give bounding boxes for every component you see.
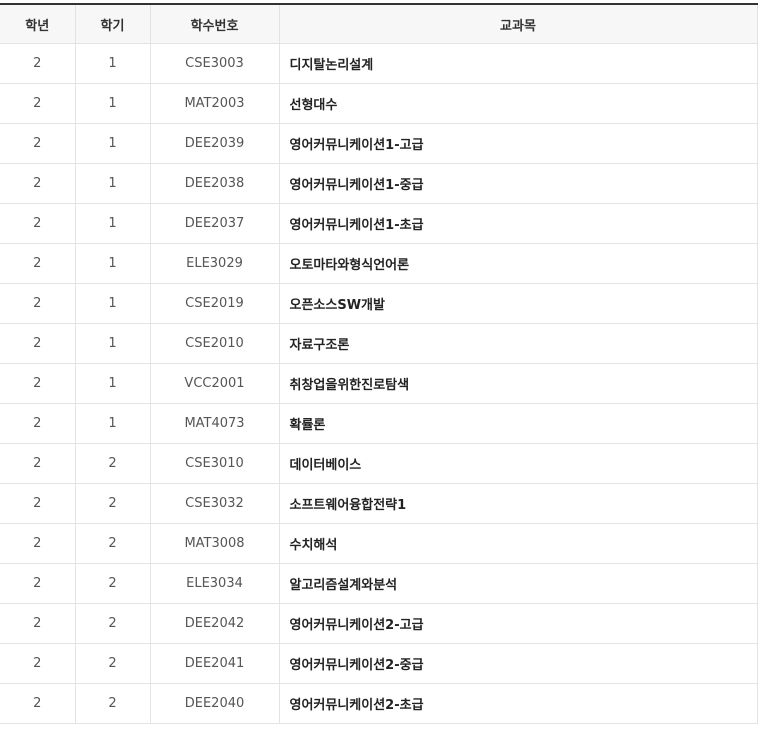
cell-year: 2 bbox=[0, 483, 75, 524]
table-row: 2 1 VCC2001 취창업을위한진로탐색 bbox=[0, 363, 758, 404]
cell-subject: 데이터베이스 bbox=[278, 443, 758, 484]
cell-course-code: ELE3034 bbox=[149, 563, 279, 604]
cell-semester: 1 bbox=[74, 283, 150, 324]
table-row: 2 1 MAT2003 선형대수 bbox=[0, 83, 758, 124]
cell-subject: 수치해석 bbox=[278, 523, 758, 564]
cell-course-code: DEE2040 bbox=[149, 683, 279, 724]
table-row: 2 1 CSE2010 자료구조론 bbox=[0, 323, 758, 364]
cell-semester: 2 bbox=[74, 523, 150, 564]
cell-semester: 1 bbox=[74, 83, 150, 124]
cell-year: 2 bbox=[0, 123, 75, 164]
cell-subject: 알고리즘설계와분석 bbox=[278, 563, 758, 604]
cell-semester: 1 bbox=[74, 363, 150, 404]
table-row: 2 2 DEE2040 영어커뮤니케이션2-초급 bbox=[0, 683, 758, 724]
cell-subject: 영어커뮤니케이션1-중급 bbox=[278, 163, 758, 204]
cell-subject: 영어커뮤니케이션1-초급 bbox=[278, 203, 758, 244]
cell-year: 2 bbox=[0, 43, 75, 84]
table-row: 2 2 CSE3010 데이터베이스 bbox=[0, 443, 758, 484]
header-row: 학년 학기 학수번호 교과목 bbox=[0, 4, 758, 44]
cell-year: 2 bbox=[0, 363, 75, 404]
cell-year: 2 bbox=[0, 163, 75, 204]
cell-semester: 1 bbox=[74, 243, 150, 284]
cell-course-code: DEE2042 bbox=[149, 603, 279, 644]
cell-year: 2 bbox=[0, 523, 75, 564]
cell-semester: 2 bbox=[74, 683, 150, 724]
table-body: 2 1 CSE3003 디지탈논리설계 2 1 MAT2003 선형대수 2 1 DEE2039 영어… bbox=[0, 43, 758, 724]
cell-course-code: VCC2001 bbox=[149, 363, 279, 404]
cell-year: 2 bbox=[0, 283, 75, 324]
cell-course-code: CSE2010 bbox=[149, 323, 279, 364]
cell-course-code: CSE2019 bbox=[149, 283, 279, 324]
cell-course-code: DEE2037 bbox=[149, 203, 279, 244]
cell-year: 2 bbox=[0, 603, 75, 644]
cell-subject: 영어커뮤니케이션2-중급 bbox=[278, 643, 758, 684]
cell-subject: 영어커뮤니케이션2-고급 bbox=[278, 603, 758, 644]
table-row: 2 2 DEE2041 영어커뮤니케이션2-중급 bbox=[0, 643, 758, 684]
cell-subject: 디지탈논리설계 bbox=[278, 43, 758, 84]
cell-semester: 1 bbox=[74, 123, 150, 164]
cell-semester: 1 bbox=[74, 323, 150, 364]
header-subject: 교과목 bbox=[278, 4, 758, 44]
header-semester: 학기 bbox=[74, 4, 150, 44]
cell-course-code: MAT4073 bbox=[149, 403, 279, 444]
cell-course-code: ELE3029 bbox=[149, 243, 279, 284]
table-row: 2 2 DEE2042 영어커뮤니케이션2-고급 bbox=[0, 603, 758, 644]
header-year: 학년 bbox=[0, 4, 75, 44]
cell-semester: 2 bbox=[74, 483, 150, 524]
cell-year: 2 bbox=[0, 83, 75, 124]
cell-year: 2 bbox=[0, 203, 75, 244]
cell-course-code: DEE2039 bbox=[149, 123, 279, 164]
cell-semester: 1 bbox=[74, 403, 150, 444]
cell-semester: 1 bbox=[74, 163, 150, 204]
cell-semester: 2 bbox=[74, 563, 150, 604]
table-row: 2 1 MAT4073 확률론 bbox=[0, 403, 758, 444]
table-row: 2 1 DEE2039 영어커뮤니케이션1-고급 bbox=[0, 123, 758, 164]
cell-course-code: MAT2003 bbox=[149, 83, 279, 124]
table-row: 2 1 DEE2037 영어커뮤니케이션1-초급 bbox=[0, 203, 758, 244]
cell-subject: 오픈소스SW개발 bbox=[278, 283, 758, 324]
table-row: 2 1 DEE2038 영어커뮤니케이션1-중급 bbox=[0, 163, 758, 204]
cell-year: 2 bbox=[0, 323, 75, 364]
cell-year: 2 bbox=[0, 643, 75, 684]
cell-semester: 1 bbox=[74, 203, 150, 244]
cell-subject: 영어커뮤니케이션2-초급 bbox=[278, 683, 758, 724]
header-course-code: 학수번호 bbox=[149, 4, 279, 44]
cell-course-code: CSE3010 bbox=[149, 443, 279, 484]
cell-semester: 2 bbox=[74, 643, 150, 684]
table-row: 2 2 MAT3008 수치해석 bbox=[0, 523, 758, 564]
cell-semester: 2 bbox=[74, 603, 150, 644]
table-row: 2 1 ELE3029 오토마타와형식언어론 bbox=[0, 243, 758, 284]
cell-course-code: DEE2041 bbox=[149, 643, 279, 684]
cell-subject: 선형대수 bbox=[278, 83, 758, 124]
cell-year: 2 bbox=[0, 403, 75, 444]
cell-course-code: DEE2038 bbox=[149, 163, 279, 204]
cell-subject: 영어커뮤니케이션1-고급 bbox=[278, 123, 758, 164]
cell-subject: 자료구조론 bbox=[278, 323, 758, 364]
table-row: 2 1 CSE2019 오픈소스SW개발 bbox=[0, 283, 758, 324]
cell-subject: 확률론 bbox=[278, 403, 758, 444]
table-row: 2 2 ELE3034 알고리즘설계와분석 bbox=[0, 563, 758, 604]
table-row: 2 1 CSE3003 디지탈논리설계 bbox=[0, 43, 758, 84]
cell-year: 2 bbox=[0, 243, 75, 284]
cell-semester: 1 bbox=[74, 43, 150, 84]
cell-subject: 오토마타와형식언어론 bbox=[278, 243, 758, 284]
table-header: 학년 학기 학수번호 교과목 bbox=[0, 4, 758, 44]
course-table: 학년 학기 학수번호 교과목 2 1 CSE3003 디지탈논리설계 2 1 MAT2003… bbox=[0, 3, 758, 724]
cell-year: 2 bbox=[0, 683, 75, 724]
cell-course-code: CSE3003 bbox=[149, 43, 279, 84]
cell-course-code: CSE3032 bbox=[149, 483, 279, 524]
cell-year: 2 bbox=[0, 443, 75, 484]
table-row: 2 2 CSE3032 소프트웨어융합전략1 bbox=[0, 483, 758, 524]
cell-semester: 2 bbox=[74, 443, 150, 484]
cell-subject: 소프트웨어융합전략1 bbox=[278, 483, 758, 524]
cell-year: 2 bbox=[0, 563, 75, 604]
cell-course-code: MAT3008 bbox=[149, 523, 279, 564]
course-table-page: 학년 학기 학수번호 교과목 2 1 CSE3003 디지탈논리설계 2 1 MAT2003… bbox=[0, 0, 762, 731]
cell-subject: 취창업을위한진로탐색 bbox=[278, 363, 758, 404]
